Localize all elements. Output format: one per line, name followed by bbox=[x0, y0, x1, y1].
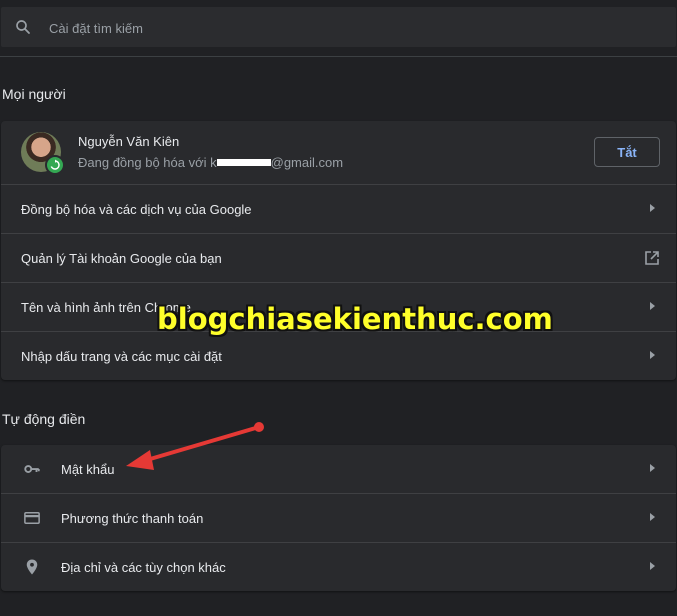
search-icon bbox=[16, 20, 30, 34]
profile-sync-status: Đang đồng bộ hóa với k @gmail.com bbox=[78, 155, 343, 170]
manage-google-account-row[interactable]: Quản lý Tài khoản Google của bạn bbox=[1, 233, 676, 282]
addresses-label: Địa chỉ và các tùy chọn khác bbox=[61, 559, 226, 575]
import-bookmarks-row[interactable]: Nhập dấu trang và các mục cài đặt bbox=[1, 331, 676, 380]
sync-services-label: Đồng bộ hóa và các dịch vụ của Google bbox=[21, 201, 252, 217]
addresses-row[interactable]: Địa chỉ và các tùy chọn khác bbox=[1, 542, 676, 591]
people-section-title: Mọi người bbox=[2, 86, 66, 102]
credit-card-icon bbox=[24, 512, 40, 524]
redacted-email bbox=[216, 159, 271, 167]
chevron-right-icon bbox=[650, 562, 655, 570]
payment-methods-row[interactable]: Phương thức thanh toán bbox=[1, 493, 676, 542]
search-input[interactable] bbox=[47, 17, 651, 39]
chevron-right-icon bbox=[650, 464, 655, 472]
avatar bbox=[21, 132, 65, 175]
settings-search-bar[interactable] bbox=[1, 7, 676, 47]
autofill-section-title: Tự động điền bbox=[2, 411, 86, 427]
sync-status-text: Đang đồng bộ hóa với k bbox=[78, 155, 217, 170]
profile-name: Nguyễn Văn Kiên bbox=[78, 134, 180, 149]
location-pin-icon bbox=[26, 559, 38, 575]
sync-icon bbox=[50, 159, 60, 170]
profile-row[interactable]: Nguyễn Văn Kiên Đang đồng bộ hóa với k @g… bbox=[1, 121, 676, 184]
sync-badge bbox=[45, 155, 65, 175]
people-card: Nguyễn Văn Kiên Đang đồng bộ hóa với k @g… bbox=[1, 121, 676, 380]
email-domain: @gmail.com bbox=[270, 155, 344, 170]
import-bookmarks-label: Nhập dấu trang và các mục cài đặt bbox=[21, 348, 222, 364]
chevron-right-icon bbox=[650, 302, 655, 310]
chevron-right-icon bbox=[650, 204, 655, 212]
passwords-label: Mật khẩu bbox=[61, 461, 115, 477]
autofill-card: Mật khẩu Phương thức thanh toán Địa chỉ … bbox=[1, 445, 676, 591]
key-icon bbox=[24, 465, 40, 473]
sidebar-item-sync-services[interactable]: Đồng bộ hóa và các dịch vụ của Google bbox=[1, 184, 676, 233]
passwords-row[interactable]: Mật khẩu bbox=[1, 445, 676, 493]
chevron-right-icon bbox=[650, 513, 655, 521]
open-in-new-icon bbox=[645, 251, 659, 265]
chevron-right-icon bbox=[650, 351, 655, 359]
watermark-text: blogchiasekienthuc.com bbox=[157, 302, 553, 336]
turn-off-sync-button[interactable]: Tắt bbox=[594, 137, 660, 167]
payment-methods-label: Phương thức thanh toán bbox=[61, 510, 204, 526]
manage-account-label: Quản lý Tài khoản Google của bạn bbox=[21, 250, 222, 266]
divider bbox=[0, 56, 677, 57]
